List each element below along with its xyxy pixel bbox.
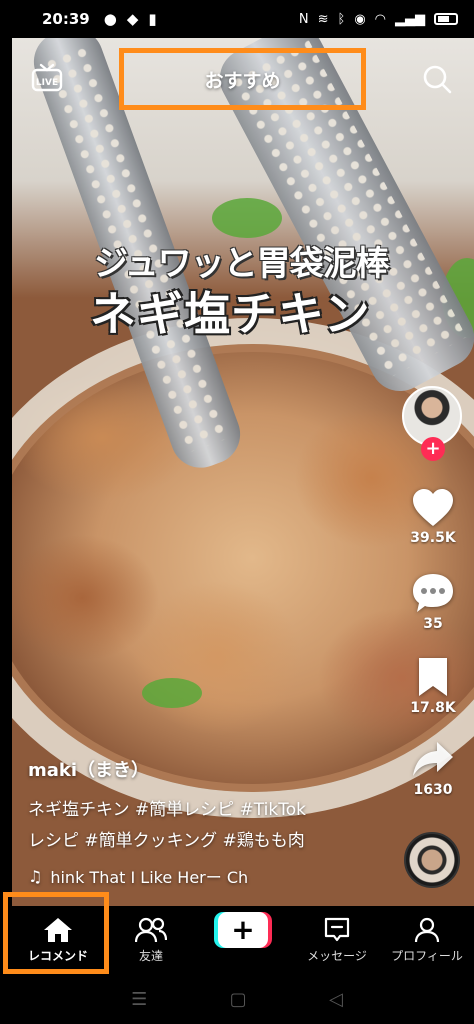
- dropbox-icon: ◆: [126, 10, 139, 28]
- status-time: 20:39: [42, 10, 90, 28]
- home-highlight-box: [3, 892, 109, 974]
- location-icon: ◉: [354, 11, 366, 27]
- create-plus-icon: +: [218, 912, 268, 948]
- bookmark-icon: [419, 658, 447, 696]
- share-icon: [413, 742, 453, 776]
- back-icon[interactable]: ◁: [329, 989, 343, 1010]
- creator-username[interactable]: maki（まき）: [28, 756, 149, 782]
- bluetooth-icon: ᛒ: [337, 11, 346, 27]
- system-nav-bar: ☰ ▢ ◁: [0, 974, 474, 1024]
- comment-count: 35: [423, 616, 443, 632]
- description-line1[interactable]: ネギ塩チキン #簡単レシピ #TikTok: [28, 795, 306, 820]
- save-button[interactable]: 17.8K: [402, 656, 464, 716]
- nav-label-friends: 友達: [138, 948, 163, 963]
- nav-item-profile[interactable]: プロフィール: [380, 906, 474, 974]
- recents-icon[interactable]: ☰: [131, 989, 147, 1010]
- save-count: 17.8K: [410, 700, 456, 716]
- tab-recommend[interactable]: おすすめ: [119, 48, 366, 110]
- tab-recommend-label: おすすめ: [204, 69, 281, 92]
- signal-icon: ▂▄▆: [395, 11, 425, 27]
- status-bar: 20:39 ● ◆ ▮ N ≋ ᛒ ◉ ◠ ▂▄▆: [0, 0, 474, 38]
- svg-text:LIVE: LIVE: [36, 78, 58, 88]
- comment-icon: [413, 574, 453, 612]
- nav-item-messages[interactable]: メッセージ: [290, 906, 384, 974]
- search-icon[interactable]: [420, 62, 454, 96]
- nfc-off-icon: N: [298, 11, 309, 27]
- wifi-icon: ◠: [374, 11, 386, 27]
- nav-item-friends[interactable]: 友達: [104, 906, 198, 974]
- share-count: 1630: [413, 782, 453, 798]
- green-garnish: [212, 198, 282, 238]
- share-button[interactable]: 1630: [402, 740, 464, 798]
- live-tv-icon[interactable]: LIVE: [30, 62, 64, 96]
- heart-icon: [413, 489, 453, 526]
- battery-icon: [434, 13, 458, 25]
- nav-label-profile: プロフィール: [391, 948, 463, 963]
- chat-bubble-icon: ●: [103, 10, 117, 28]
- like-button[interactable]: 39.5K: [402, 488, 464, 546]
- video-caption-line2: ネギ塩チキン: [90, 287, 371, 341]
- keyhole-icon: ▮: [148, 10, 157, 28]
- music-disc-icon[interactable]: [404, 832, 460, 888]
- description-line2[interactable]: レシピ #簡単クッキング #鶏もも肉: [28, 826, 305, 851]
- vibrate-icon: ≋: [317, 11, 329, 27]
- music-title: hink That I Like Herー Ch: [50, 868, 249, 887]
- create-button[interactable]: +: [214, 912, 272, 948]
- friends-icon: [135, 917, 167, 942]
- profile-icon: [414, 917, 440, 942]
- message-icon: [324, 917, 350, 941]
- green-garnish: [142, 678, 202, 708]
- home-system-icon[interactable]: ▢: [230, 989, 247, 1010]
- comment-button[interactable]: 35: [402, 572, 464, 632]
- music-note-icon: ♫: [28, 866, 43, 886]
- like-count: 39.5K: [410, 530, 456, 546]
- nav-label-messages: メッセージ: [307, 948, 367, 963]
- music-info[interactable]: ♫ hink That I Like Herー Ch: [28, 864, 248, 888]
- follow-plus-icon[interactable]: +: [421, 437, 445, 461]
